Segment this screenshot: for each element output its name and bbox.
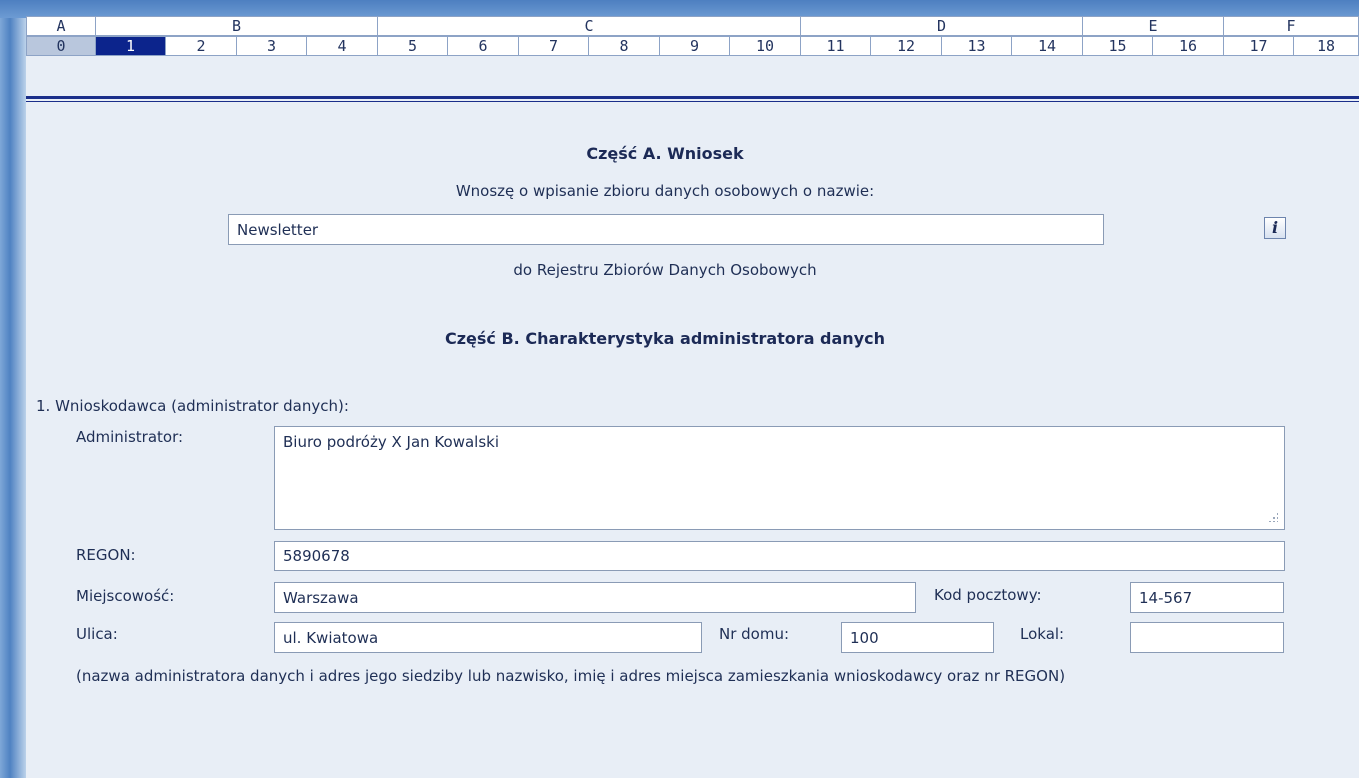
ruler-step[interactable]: 0 <box>26 36 96 56</box>
ruler-step[interactable]: 10 <box>730 36 801 56</box>
ruler-step[interactable]: 13 <box>942 36 1012 56</box>
postal-code-input[interactable] <box>1130 582 1284 613</box>
ruler-step[interactable]: 16 <box>1153 36 1224 56</box>
city-label: Miejscowość: <box>76 587 175 605</box>
ruler-step[interactable]: 5 <box>378 36 448 56</box>
ruler-step[interactable]: 17 <box>1224 36 1294 56</box>
house-number-input[interactable] <box>841 622 994 653</box>
address-note: (nazwa administratora danych i adres jeg… <box>76 667 1066 685</box>
administrator-label: Administrator: <box>76 428 184 446</box>
ruler-group-e[interactable]: E <box>1083 16 1224 36</box>
ruler-step[interactable]: 4 <box>307 36 378 56</box>
ruler-step[interactable]: 7 <box>519 36 589 56</box>
ruler-step[interactable]: 12 <box>871 36 942 56</box>
ruler-step[interactable]: 9 <box>660 36 730 56</box>
ruler-step[interactable]: 6 <box>448 36 519 56</box>
ruler-step[interactable]: 14 <box>1012 36 1083 56</box>
ruler-group-row: A B C D E F <box>26 16 1359 36</box>
ruler-group-c[interactable]: C <box>378 16 801 36</box>
flat-input[interactable] <box>1130 622 1284 653</box>
regon-label: REGON: <box>76 546 136 564</box>
street-label: Ulica: <box>76 625 118 643</box>
part-b-heading: Część B. Charakterystyka administratora … <box>445 329 885 348</box>
section-1-label: 1. Wnioskodawca (administrator danych): <box>36 397 349 415</box>
ruler-step[interactable]: 15 <box>1083 36 1153 56</box>
house-number-label: Nr domu: <box>719 625 790 643</box>
administrator-textarea[interactable] <box>274 426 1285 530</box>
ruler-group-a[interactable]: A <box>26 16 96 36</box>
resize-grip-icon[interactable] <box>1268 512 1278 522</box>
part-a-intro: Wnoszę o wpisanie zbioru danych osobowyc… <box>455 182 875 200</box>
city-input[interactable] <box>274 582 916 613</box>
ruler-step[interactable]: 3 <box>237 36 307 56</box>
ruler-step-selected[interactable]: 1 <box>96 36 166 56</box>
part-a-suffix: do Rejestru Zbiorów Danych Osobowych <box>513 261 817 279</box>
flat-label: Lokal: <box>1020 625 1065 643</box>
ruler-step-row: 0 1 2 3 4 5 6 7 8 9 10 11 12 13 14 15 16… <box>26 36 1359 56</box>
street-input[interactable] <box>274 622 702 653</box>
ruler-group-d[interactable]: D <box>801 16 1083 36</box>
section-divider <box>26 96 1359 102</box>
ruler-step[interactable]: 8 <box>589 36 660 56</box>
ruler-group-f[interactable]: F <box>1224 16 1359 36</box>
ruler-group-b[interactable]: B <box>96 16 378 36</box>
info-icon[interactable]: i <box>1264 217 1286 239</box>
ruler-step[interactable]: 18 <box>1294 36 1359 56</box>
dataset-name-input[interactable] <box>228 214 1104 245</box>
postal-code-label: Kod pocztowy: <box>934 586 1042 604</box>
ruler-step[interactable]: 11 <box>801 36 871 56</box>
regon-input[interactable] <box>274 541 1285 571</box>
part-a-heading: Część A. Wniosek <box>586 144 744 163</box>
step-ruler: A B C D E F 0 1 2 3 4 5 6 7 8 9 10 11 12… <box>26 16 1359 56</box>
ruler-step[interactable]: 2 <box>166 36 237 56</box>
